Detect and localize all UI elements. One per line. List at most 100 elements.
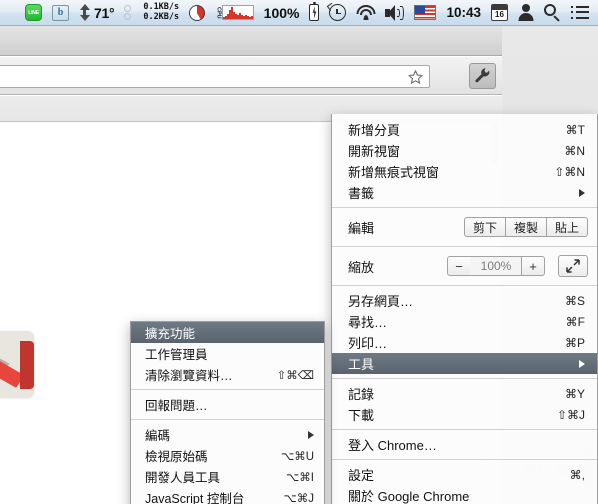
menubar-item-volume[interactable] xyxy=(380,0,409,26)
menubar-item-input-source[interactable] xyxy=(409,0,441,26)
menu-label: 編輯 xyxy=(348,220,375,236)
browser-titlebar[interactable] xyxy=(0,26,502,56)
menubar-item-cpu[interactable]: CPU xyxy=(210,0,259,26)
battery-icon xyxy=(309,2,320,21)
screenshot-root: LINE b 71° 0.1KB/s 0.2KB/s CPU 100% 10:4… xyxy=(0,0,598,504)
submenu-item-developer-tools[interactable]: 開發人員工具 ⌥⌘I xyxy=(131,466,324,487)
gmail-red-side xyxy=(20,341,34,389)
menu-item-new-window[interactable]: 開新視窗 ⌘N xyxy=(332,140,597,161)
menubar-item-temperature[interactable]: 71° xyxy=(74,0,119,26)
menu-label: 另存網頁… xyxy=(348,294,414,309)
menu-label: 尋找… xyxy=(348,315,388,330)
menubar-item-activity-dots[interactable] xyxy=(119,0,138,26)
menu-label: 清除瀏覽資料… xyxy=(145,369,233,383)
submenu-item-task-manager[interactable]: 工作管理員 xyxy=(131,343,324,364)
submenu-item-encoding[interactable]: 編碼 xyxy=(131,424,324,445)
menubar-item-wifi[interactable] xyxy=(351,0,380,26)
menubar-item-line-app[interactable]: LINE xyxy=(20,0,47,26)
chrome-wrench-menu: 新增分頁 ⌘T 開新視窗 ⌘N 新增無痕式視窗 ⇧⌘N 書籤 編輯 剪下 複製 xyxy=(331,114,598,504)
fullscreen-button[interactable] xyxy=(558,255,588,277)
menu-item-new-incognito-window[interactable]: 新增無痕式視窗 ⇧⌘N xyxy=(332,161,597,182)
bookmark-star-icon[interactable] xyxy=(408,69,423,84)
menubar-item-calendar[interactable]: 16 xyxy=(486,0,513,26)
menu-shortcut: ⌘N xyxy=(564,143,585,158)
cpu-graph-icon: CPU xyxy=(215,5,254,20)
user-account-icon xyxy=(518,4,534,21)
zoom-controls-group: − 100% + xyxy=(447,255,588,277)
menubar-item-clock[interactable]: 10:43 xyxy=(441,0,486,26)
menu-label: 書籤 xyxy=(348,186,375,201)
zoom-out-button[interactable]: − xyxy=(447,256,471,276)
submenu-arrow-icon xyxy=(579,359,585,368)
submenu-arrow-icon xyxy=(308,430,314,439)
fullscreen-arrows-icon xyxy=(566,259,580,273)
macos-menubar: LINE b 71° 0.1KB/s 0.2KB/s CPU 100% 10:4… xyxy=(0,0,598,26)
menu-label: 縮放 xyxy=(348,259,375,275)
menubar-item-time-machine[interactable] xyxy=(324,0,351,26)
battery-percent-value: 100% xyxy=(263,4,300,21)
network-download-speed: 0.2KB/s xyxy=(143,11,180,22)
browser-toolbar xyxy=(0,57,502,95)
menu-shortcut: ⌘Y xyxy=(564,386,585,401)
submenu-item-clear-browsing-data[interactable]: 清除瀏覽資料… ⇧⌘⌫ xyxy=(131,364,324,385)
menubar-item-battery-percent[interactable]: 100% xyxy=(259,0,305,26)
wrench-icon xyxy=(475,68,490,83)
gmail-icon[interactable] xyxy=(0,331,34,397)
menubar-item-spotlight[interactable] xyxy=(539,0,566,26)
menu-label: 開發人員工具 xyxy=(145,471,221,485)
zoom-level-value: 100% xyxy=(470,256,522,276)
menubar-item-disk-usage[interactable] xyxy=(184,0,210,26)
menu-label: 登入 Chrome… xyxy=(348,438,437,453)
menu-item-new-tab[interactable]: 新增分頁 ⌘T xyxy=(332,119,597,140)
menubar-item-notification-center[interactable] xyxy=(566,0,594,26)
menu-separator xyxy=(332,285,597,286)
address-bar-omnibox[interactable] xyxy=(0,65,430,88)
menu-label: 開新視窗 xyxy=(348,144,401,159)
menu-item-bookmarks[interactable]: 書籤 xyxy=(332,182,597,203)
menu-label: 設定 xyxy=(348,468,375,483)
paste-button[interactable]: 貼上 xyxy=(545,217,588,237)
menubar-item-battery[interactable] xyxy=(304,0,324,26)
menu-separator xyxy=(332,459,597,460)
menu-item-tools[interactable]: 工具 xyxy=(332,353,597,374)
menu-label: 工具 xyxy=(348,357,375,372)
menu-item-settings[interactable]: 設定 ⌘, xyxy=(332,464,597,485)
menu-label: 列印… xyxy=(348,336,388,351)
menu-label: 新增無痕式視窗 xyxy=(348,165,440,180)
menubar-item-bookmark-folder[interactable]: b xyxy=(47,0,74,26)
zoom-in-button[interactable]: + xyxy=(521,256,545,276)
menu-item-zoom-row: 縮放 − 100% + xyxy=(332,251,597,281)
menu-item-history[interactable]: 記錄 ⌘Y xyxy=(332,383,597,404)
wifi-icon xyxy=(356,5,376,20)
time-machine-icon xyxy=(327,2,347,21)
menu-shortcut: ⇧⌘⌫ xyxy=(276,369,314,382)
submenu-item-report-an-issue[interactable]: 回報問題… xyxy=(131,394,324,415)
copy-button[interactable]: 複製 xyxy=(504,217,547,237)
menu-shortcut: ⌥⌘I xyxy=(286,471,314,484)
submenu-item-extensions[interactable]: 擴充功能 xyxy=(131,322,324,343)
edit-buttons-group: 剪下 複製 貼上 xyxy=(463,217,588,237)
menu-item-print[interactable]: 列印… ⌘P xyxy=(332,332,597,353)
updown-arrows-icon xyxy=(79,4,90,21)
menu-label: 編碼 xyxy=(145,429,171,443)
menu-item-save-page-as[interactable]: 另存網頁… ⌘S xyxy=(332,290,597,311)
disk-pie-icon xyxy=(189,4,206,21)
menu-shortcut: ⌘S xyxy=(564,293,585,308)
notification-center-icon xyxy=(571,5,589,20)
chrome-wrench-menu-button[interactable] xyxy=(469,62,496,89)
submenu-item-view-source[interactable]: 檢視原始碼 ⌥⌘U xyxy=(131,445,324,466)
menubar-item-network-speed[interactable]: 0.1KB/s 0.2KB/s xyxy=(138,0,184,26)
us-flag-icon xyxy=(414,5,437,20)
menu-item-sign-in-chrome[interactable]: 登入 Chrome… xyxy=(332,434,597,455)
desktop: PM 7:43 xyxy=(0,26,598,504)
menubar-item-user-account[interactable] xyxy=(513,0,539,26)
menu-item-downloads[interactable]: 下載 ⇧⌘J xyxy=(332,404,597,425)
submenu-item-javascript-console[interactable]: JavaScript 控制台 ⌥⌘J xyxy=(131,487,324,504)
clock-text: 10:43 xyxy=(446,5,481,20)
menu-item-find[interactable]: 尋找… ⌘F xyxy=(332,311,597,332)
menu-separator xyxy=(131,419,324,420)
cut-button[interactable]: 剪下 xyxy=(463,217,506,237)
volume-icon xyxy=(385,4,405,21)
cpu-label: CPU xyxy=(215,6,222,19)
menu-item-about-google-chrome[interactable]: 關於 Google Chrome xyxy=(332,485,597,504)
